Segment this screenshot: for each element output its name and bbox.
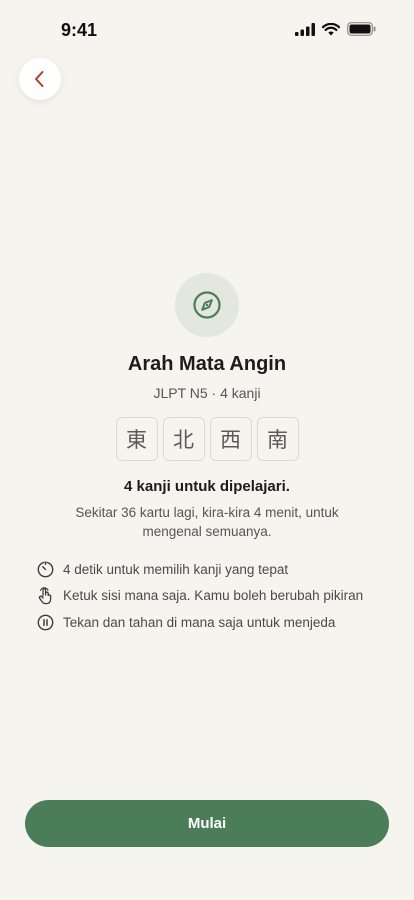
signal-icon [295,22,315,36]
chevron-left-icon [35,71,44,87]
tap-hand-icon [36,586,54,605]
status-bar: 9:41 [0,0,414,56]
lesson-description: Sekitar 36 kartu lagi, kira-kira 4 menit… [75,505,339,539]
wifi-icon [322,22,340,35]
back-button[interactable] [19,58,61,100]
pause-icon [36,613,54,631]
kanji-list: 東 北 西 南 [0,417,414,461]
kanji-count-heading: 4 kanji untuk dipelajari. [124,478,290,495]
status-time: 9:41 [61,20,98,40]
kanji-tile: 東 [115,417,158,461]
status-icons [295,22,376,36]
tip-item: 4 detik untuk memilih kanji yang tepat [36,556,396,583]
tip-text: Tekan dan tahan di mana saja untuk menje… [63,614,336,630]
tip-text: Ketuk sisi mana saja. Kamu boleh berubah… [63,588,364,604]
tip-item: Ketuk sisi mana saja. Kamu boleh berubah… [36,583,396,610]
compass-icon [193,291,221,319]
tips-list: 4 detik untuk memilih kanji yang tepat K… [36,556,396,636]
battery-icon [347,22,376,36]
kanji-tile: 西 [209,417,252,461]
tip-item: Tekan dan tahan di mana saja untuk menje… [36,609,396,636]
timer-icon [36,560,54,578]
start-button[interactable]: Mulai [25,800,389,847]
lesson-title: Arah Mata Angin [127,353,287,375]
tip-text: 4 detik untuk memilih kanji yang tepat [63,561,289,577]
lesson-subtitle: JLPT N5 · 4 kanji [153,385,261,401]
lesson-icon-badge [175,273,239,337]
kanji-tile: 南 [256,417,299,461]
kanji-tile: 北 [162,417,205,461]
